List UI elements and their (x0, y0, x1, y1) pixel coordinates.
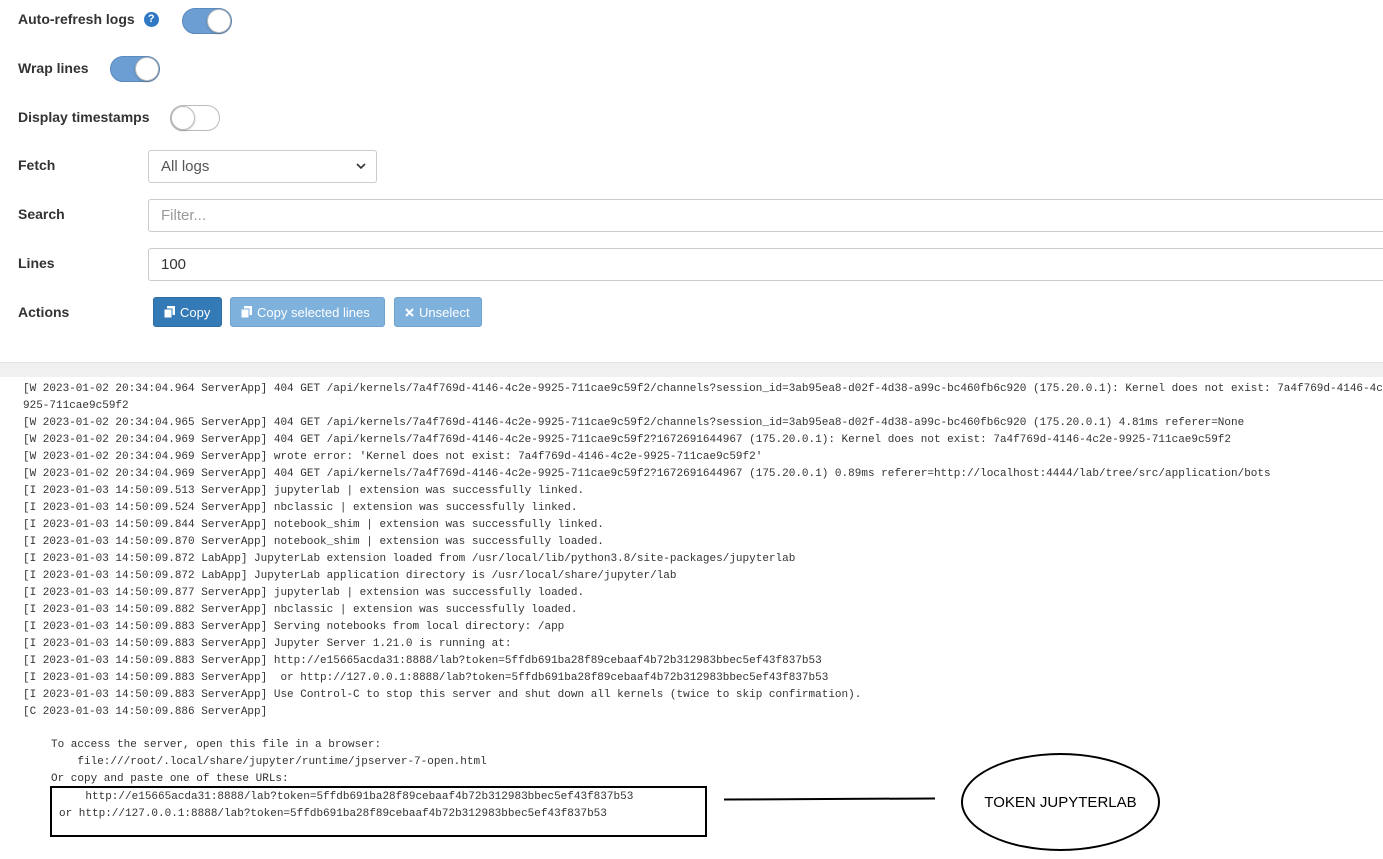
wrap-lines-toggle[interactable] (110, 56, 160, 82)
help-icon[interactable]: ? (143, 11, 159, 27)
section-divider (0, 362, 1383, 377)
auto-refresh-label: Auto-refresh logs (18, 11, 135, 27)
toggle-knob (171, 106, 195, 130)
search-placeholder: Filter... (161, 207, 207, 224)
lines-input[interactable]: 100 (148, 248, 1383, 281)
log-line[interactable]: [C 2023-01-03 14:50:09.886 ServerApp] (23, 704, 1383, 721)
actions-label: Actions (18, 304, 70, 320)
actions-row: Actions (18, 304, 69, 320)
log-line[interactable]: [I 2023-01-03 14:50:09.883 ServerApp] Us… (23, 687, 1383, 704)
token-url-line[interactable]: or http://127.0.0.1:8888/lab?token=5ffdb… (59, 806, 633, 823)
search-label: Search (18, 206, 65, 222)
chevron-down-icon (356, 163, 366, 170)
fetch-label: Fetch (18, 157, 56, 173)
lines-value: 100 (161, 256, 187, 273)
display-timestamps-toggle[interactable] (170, 105, 220, 131)
toggle-knob (135, 57, 159, 81)
copy-icon (241, 306, 252, 318)
annotation-label: TOKEN JUPYTERLAB (984, 793, 1137, 811)
wrap-lines-label: Wrap lines (18, 60, 89, 76)
log-line[interactable]: [I 2023-01-03 14:50:09.870 ServerApp] no… (23, 534, 1383, 551)
toggle-knob (207, 9, 231, 33)
display-timestamps-label: Display timestamps (18, 109, 150, 125)
log-line[interactable]: [I 2023-01-03 14:50:09.883 ServerApp] Se… (23, 619, 1383, 636)
search-row: Search (18, 206, 65, 222)
copy-button[interactable]: Copy (153, 297, 222, 327)
access-note: To access the server, open this file in … (51, 737, 487, 788)
log-line[interactable]: [I 2023-01-03 14:50:09.844 ServerApp] no… (23, 517, 1383, 534)
display-timestamps-row: Display timestamps (18, 109, 150, 125)
search-input[interactable]: Filter... (148, 199, 1383, 232)
fetch-selected-value: All logs (161, 158, 210, 175)
copy-selected-lines-label: Copy selected lines (257, 304, 370, 320)
log-line[interactable]: 925-711cae9c59f2 (23, 398, 1383, 415)
unselect-button[interactable]: Unselect (394, 297, 482, 327)
access-note-line[interactable]: To access the server, open this file in … (51, 737, 487, 754)
log-line[interactable]: [I 2023-01-03 14:50:09.883 ServerApp] Ju… (23, 636, 1383, 653)
auto-refresh-toggle[interactable] (182, 8, 232, 34)
log-line[interactable]: [W 2023-01-02 20:34:04.969 ServerApp] wr… (23, 449, 1383, 466)
copy-icon (164, 306, 175, 318)
unselect-button-label: Unselect (419, 304, 470, 320)
log-line[interactable]: [I 2023-01-03 14:50:09.872 LabApp] Jupyt… (23, 568, 1383, 585)
copy-button-label: Copy (180, 304, 211, 320)
highlighted-urls[interactable]: http://e15665acda31:8888/lab?token=5ffdb… (59, 789, 633, 823)
log-line[interactable]: [I 2023-01-03 14:50:09.513 ServerApp] ju… (23, 483, 1383, 500)
close-icon (405, 307, 414, 317)
annotation-connector (723, 797, 936, 801)
log-line[interactable]: [I 2023-01-03 14:50:09.883 ServerApp] ht… (23, 653, 1383, 670)
log-line[interactable]: [W 2023-01-02 20:34:04.964 ServerApp] 40… (23, 381, 1383, 398)
access-note-line[interactable]: file:///root/.local/share/jupyter/runtim… (51, 754, 486, 771)
copy-selected-lines-button[interactable]: Copy selected lines (230, 297, 385, 327)
log-line[interactable]: [I 2023-01-03 14:50:09.883 ServerApp] or… (23, 670, 1383, 687)
lines-row: Lines (18, 255, 55, 271)
log-line[interactable]: [I 2023-01-03 14:50:09.872 LabApp] Jupyt… (23, 551, 1383, 568)
token-url-line[interactable]: http://e15665acda31:8888/lab?token=5ffdb… (59, 789, 633, 806)
wrap-lines-row: Wrap lines (18, 60, 89, 76)
auto-refresh-row: Auto-refresh logs ? (18, 11, 159, 27)
log-line[interactable]: [W 2023-01-02 20:34:04.969 ServerApp] 40… (23, 466, 1383, 483)
log-line[interactable]: [I 2023-01-03 14:50:09.524 ServerApp] nb… (23, 500, 1383, 517)
token-annotation-ellipse: TOKEN JUPYTERLAB (961, 753, 1160, 851)
log-line[interactable]: [W 2023-01-02 20:34:04.965 ServerApp] 40… (23, 415, 1383, 432)
log-output[interactable]: [W 2023-01-02 20:34:04.964 ServerApp] 40… (23, 381, 1383, 721)
log-line[interactable]: [I 2023-01-03 14:50:09.877 ServerApp] ju… (23, 585, 1383, 602)
fetch-select[interactable]: All logs (148, 150, 377, 183)
log-line[interactable]: [I 2023-01-03 14:50:09.882 ServerApp] nb… (23, 602, 1383, 619)
log-line[interactable]: [W 2023-01-02 20:34:04.969 ServerApp] 40… (23, 432, 1383, 449)
lines-label: Lines (18, 255, 55, 271)
fetch-row: Fetch (18, 157, 55, 173)
